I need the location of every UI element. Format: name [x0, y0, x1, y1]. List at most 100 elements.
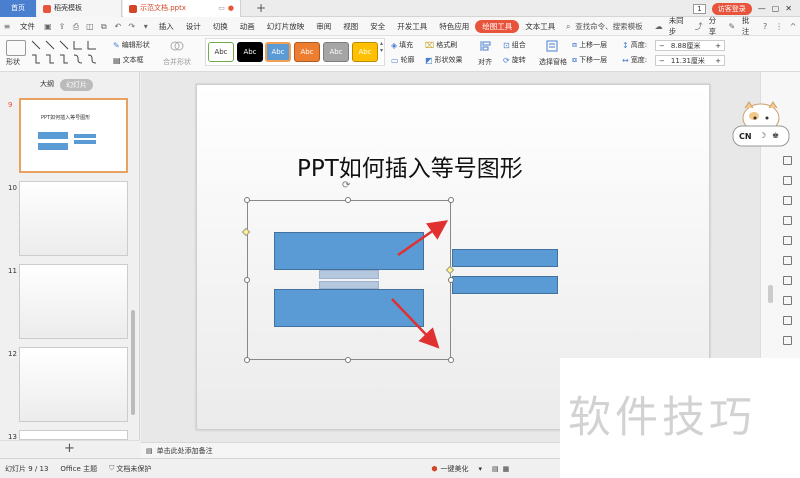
- rotate-button[interactable]: ⟳ 旋转: [503, 55, 526, 65]
- format-painter-button[interactable]: ⌧ 格式刷: [425, 40, 457, 50]
- align-button[interactable]: 对齐: [478, 57, 492, 67]
- object-properties-icon[interactable]: [783, 156, 792, 165]
- resource-icon[interactable]: [783, 236, 792, 245]
- slide-thumbnail-9[interactable]: PPT如何插入等号图形: [19, 98, 128, 173]
- tab-close-icon[interactable]: ●: [228, 0, 234, 17]
- style-option-black[interactable]: Abc: [237, 42, 263, 62]
- collapse-ribbon-icon[interactable]: ^: [789, 22, 797, 31]
- redo-icon[interactable]: ↷: [128, 22, 136, 31]
- save-icon[interactable]: ▣: [44, 22, 52, 31]
- menu-text-tools[interactable]: 文本工具: [519, 21, 561, 32]
- menu-view[interactable]: 视图: [337, 21, 364, 32]
- more-quick-icon[interactable]: ▾: [142, 22, 150, 31]
- textbox-button[interactable]: ▤ 文本框: [113, 55, 144, 65]
- style-option-white[interactable]: Abc: [208, 42, 234, 62]
- thumbnail-scrollbar[interactable]: [131, 310, 135, 415]
- copy-format-icon[interactable]: ⧉: [100, 22, 108, 31]
- resize-handle-nw[interactable]: [244, 197, 250, 203]
- resize-handle-se[interactable]: [448, 357, 454, 363]
- help-icon[interactable]: ?: [761, 22, 769, 31]
- login-button[interactable]: 访客登录: [711, 2, 752, 15]
- more-icon[interactable]: ⋮: [775, 22, 783, 31]
- resize-handle-ne[interactable]: [448, 197, 454, 203]
- line-shapes-gallery[interactable]: [30, 38, 110, 68]
- edit-shape-button[interactable]: ✎ 编辑形状: [113, 40, 150, 50]
- menu-animation[interactable]: 动画: [234, 21, 261, 32]
- menu-review[interactable]: 审阅: [310, 21, 337, 32]
- shape-icon[interactable]: [6, 40, 26, 56]
- equals-sign-top[interactable]: [452, 249, 558, 267]
- style-option-blue[interactable]: Abc: [265, 42, 291, 62]
- export-icon[interactable]: ⇪: [58, 22, 66, 31]
- comment-button[interactable]: 批注: [739, 15, 758, 37]
- width-increment[interactable]: +: [712, 57, 724, 65]
- new-tab-button[interactable]: +: [250, 0, 272, 17]
- sync-status[interactable]: 未同步: [666, 15, 692, 37]
- tab-template[interactable]: 稻壳模板: [37, 0, 122, 17]
- resize-handle-w[interactable]: [244, 277, 250, 283]
- height-input[interactable]: − 8.88厘米 +: [655, 40, 725, 51]
- resize-handle-s[interactable]: [345, 357, 351, 363]
- tab-file[interactable]: 示范文档.pptx ▭ ●: [123, 0, 241, 17]
- height-increment[interactable]: +: [712, 42, 724, 50]
- resize-handle-n[interactable]: [345, 197, 351, 203]
- undo-icon[interactable]: ↶: [114, 22, 122, 31]
- rotate-handle-icon[interactable]: ⟳: [342, 180, 350, 191]
- menu-security[interactable]: 安全: [364, 21, 391, 32]
- protection-status[interactable]: 文档未保护: [116, 464, 151, 474]
- gallery-scroll-icon[interactable]: ▴ ▾: [380, 40, 383, 54]
- width-decrement[interactable]: −: [656, 57, 668, 65]
- menu-drawing-tools[interactable]: 绘图工具: [475, 19, 520, 33]
- outline-button[interactable]: ▭ 轮廓: [391, 55, 415, 65]
- height-decrement[interactable]: −: [656, 42, 668, 50]
- document-icon[interactable]: [783, 296, 792, 305]
- tab-home[interactable]: 首页: [0, 0, 36, 17]
- cat-moon-icon[interactable]: ☽: [759, 131, 766, 140]
- share-icon[interactable]: ⤴: [695, 22, 703, 31]
- print-icon[interactable]: ⎙: [72, 22, 80, 31]
- menu-slideshow[interactable]: 幻灯片放映: [261, 21, 311, 32]
- bring-forward-button[interactable]: ⧈ 上移一层: [572, 40, 607, 50]
- slide-thumbnail-11[interactable]: [19, 264, 128, 339]
- share-button[interactable]: 分享: [706, 15, 725, 37]
- menu-file[interactable]: 文件: [14, 21, 41, 32]
- menu-transition[interactable]: 切换: [207, 21, 234, 32]
- shape-effect-button[interactable]: ◩ 形状效果: [425, 55, 463, 65]
- comment-icon[interactable]: ✎: [728, 22, 736, 31]
- slide-thumbnail-12[interactable]: [19, 347, 128, 422]
- chart-icon[interactable]: [783, 216, 792, 225]
- group-button[interactable]: ⊡ 组合: [503, 40, 526, 50]
- template-icon[interactable]: [783, 256, 792, 265]
- equals-sign-bottom[interactable]: [452, 276, 558, 294]
- normal-view-icon[interactable]: ▤: [492, 465, 499, 473]
- slides-tab[interactable]: 幻灯片: [60, 79, 93, 91]
- mascot-cat-icon[interactable]: CN ☽ ♚: [729, 100, 793, 150]
- menu-features[interactable]: 特色应用: [433, 21, 475, 32]
- outline-tab[interactable]: 大纲: [40, 79, 54, 91]
- width-input[interactable]: − 11.31厘米 +: [655, 55, 725, 66]
- menu-developer[interactable]: 开发工具: [391, 21, 433, 32]
- backup-icon[interactable]: [783, 276, 792, 285]
- right-scroll-thumb[interactable]: [768, 285, 773, 303]
- menu-design[interactable]: 设计: [180, 21, 207, 32]
- style-option-gray[interactable]: Abc: [323, 42, 349, 62]
- fill-button[interactable]: ◈ 填充: [391, 40, 413, 50]
- add-slide-icon[interactable]: +: [64, 441, 75, 456]
- send-backward-button[interactable]: ⧇ 下移一层: [572, 55, 607, 65]
- tools-icon[interactable]: [783, 316, 792, 325]
- beautify-dropdown-icon[interactable]: ▾: [478, 465, 482, 473]
- search-icon[interactable]: ⌕: [564, 22, 572, 31]
- close-window-icon[interactable]: ✕: [785, 4, 792, 13]
- slide-transition-icon[interactable]: [783, 196, 792, 205]
- resize-handle-sw[interactable]: [244, 357, 250, 363]
- minimize-icon[interactable]: —: [758, 4, 766, 13]
- slide-thumbnail-13[interactable]: [19, 430, 128, 440]
- slide-title[interactable]: PPT如何插入等号图形: [297, 149, 523, 183]
- menu-insert[interactable]: 插入: [153, 21, 180, 32]
- cat-shirt-icon[interactable]: ♚: [772, 131, 779, 140]
- sorter-view-icon[interactable]: ▦: [503, 465, 510, 473]
- style-option-yellow[interactable]: Abc: [352, 42, 378, 62]
- hamburger-icon[interactable]: ≡: [3, 22, 11, 31]
- selection-pane-button[interactable]: 选择窗格: [539, 57, 567, 67]
- merge-shape-label[interactable]: 合并形状: [163, 57, 191, 67]
